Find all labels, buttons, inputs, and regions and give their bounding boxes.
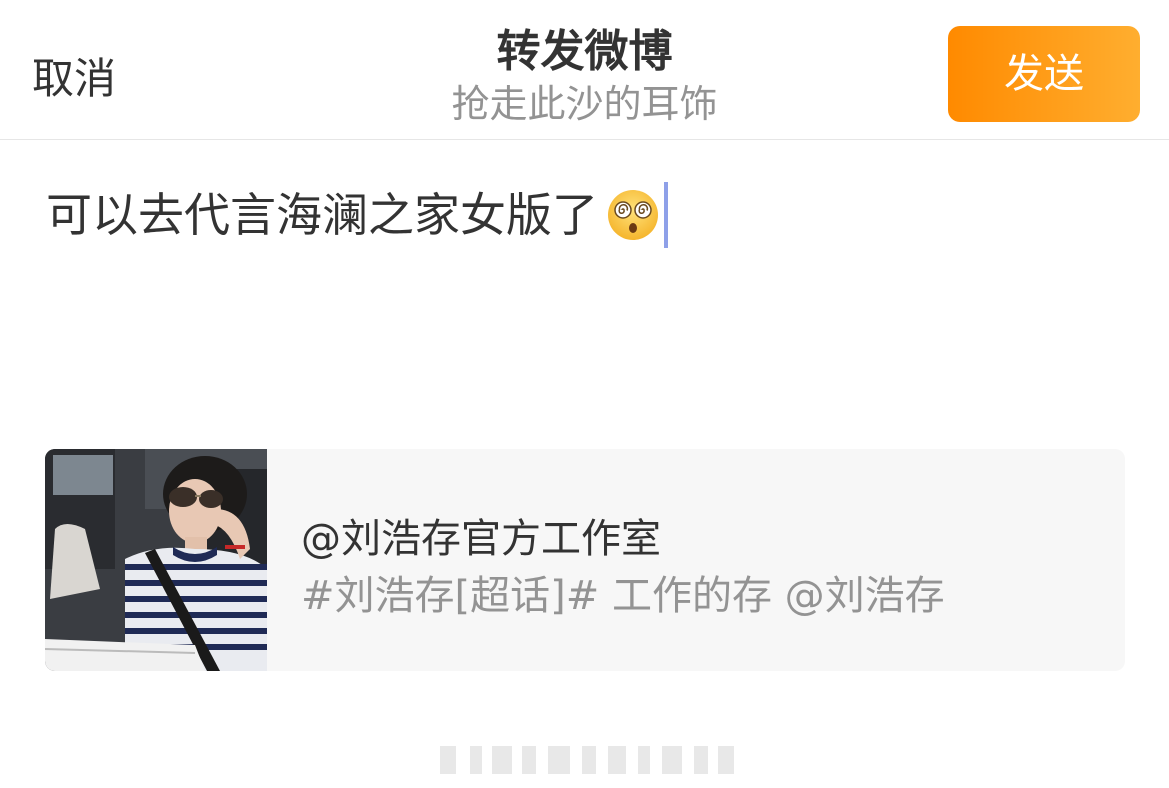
dizzy-face-icon [608, 190, 658, 240]
repost-screen: 取消 转发微博 抢走此沙的耳饰 发送 可以去代言海澜之家女版了 @刘浩存官方工作… [0, 0, 1169, 788]
bottom-toolbar-placeholder [440, 746, 734, 774]
post-thumbnail [45, 449, 267, 671]
text-caret [664, 182, 668, 248]
quoted-post-author: @刘浩存官方工作室 [301, 516, 661, 562]
quoted-post-card[interactable]: @刘浩存官方工作室 #刘浩存[超话]# 工作的存 @刘浩存 [45, 449, 1125, 671]
repost-text: 可以去代言海澜之家女版了 [46, 188, 598, 242]
repost-text-input[interactable]: 可以去代言海澜之家女版了 [46, 180, 1126, 250]
top-nav-bar: 取消 转发微博 抢走此沙的耳饰 发送 [0, 0, 1169, 140]
send-button[interactable]: 发送 [948, 26, 1140, 122]
quoted-post-text: #刘浩存[超话]# 工作的存 @刘浩存 [301, 573, 945, 619]
car-photo-image [45, 449, 267, 671]
